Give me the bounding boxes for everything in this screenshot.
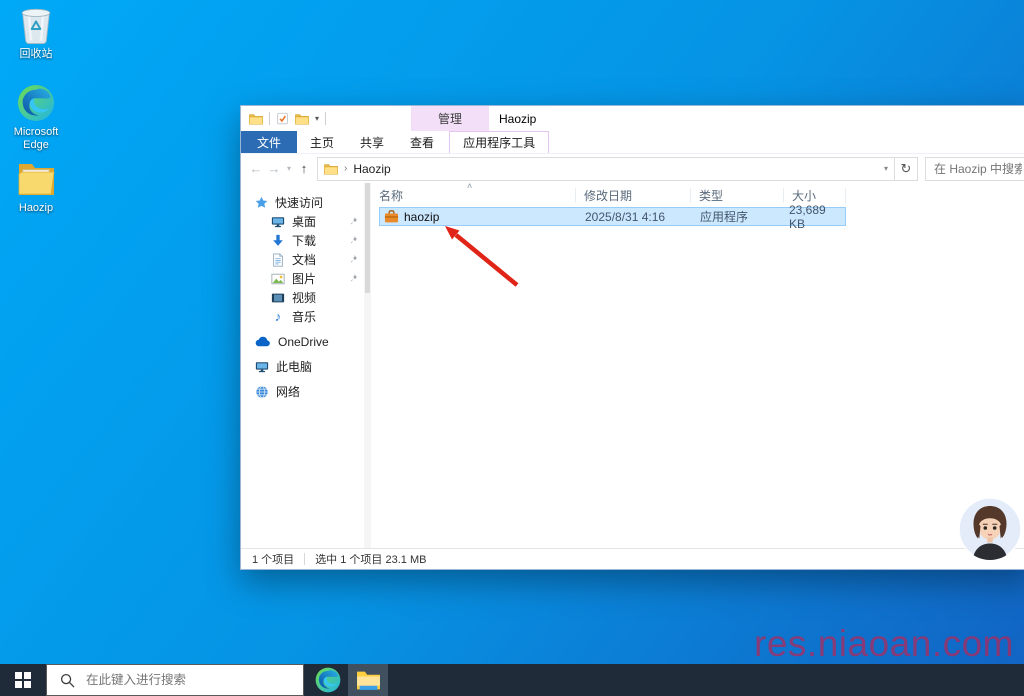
tab-home[interactable]: 主页 — [297, 131, 347, 153]
pin-icon — [348, 235, 358, 245]
taskbar — [0, 664, 1024, 696]
contextual-tab-group: 管理 — [411, 106, 489, 131]
explorer-search-input[interactable] — [932, 160, 1024, 177]
desktop-icon-label: Microsoft Edge — [13, 126, 59, 151]
folder-icon[interactable] — [249, 113, 263, 125]
chevron-right-icon: › — [344, 163, 348, 174]
tab-application-tools[interactable]: 应用程序工具 — [449, 131, 550, 153]
network-globe-icon — [255, 385, 269, 399]
navigation-pane: 快速访问 桌面 下载 文档 图片 视频 ♪ 音乐 OneDrive 此电脑 网络 — [241, 183, 371, 548]
picture-icon — [271, 272, 285, 286]
start-button[interactable] — [0, 664, 46, 696]
new-folder-icon[interactable] — [295, 113, 309, 125]
file-explorer-icon — [356, 670, 381, 691]
status-bar: 1 个项目 选中 1 个项目 23.1 MB — [241, 548, 1024, 569]
sidebar-item-desktop[interactable]: 桌面 — [241, 212, 371, 231]
properties-icon[interactable] — [276, 112, 289, 125]
desktop: 回收站 Microsoft Edge Haozip ▾ 管理 Haozip 文件… — [0, 0, 1024, 696]
sidebar-item-music[interactable]: ♪ 音乐 — [241, 307, 371, 326]
address-bar: ← → ▾ ↑ › Haozip ▾ ↻ — [241, 154, 1024, 183]
document-icon — [271, 253, 285, 267]
breadcrumb[interactable]: › Haozip ▾ — [317, 156, 895, 181]
edge-icon — [2, 82, 70, 124]
column-header-name[interactable]: 名称 ˄ — [371, 181, 576, 203]
sidebar-item-this-pc[interactable]: 此电脑 — [241, 357, 371, 376]
cloud-icon — [255, 336, 271, 347]
watermark: res.niaoan.com — [754, 623, 1014, 664]
breadcrumb-segment[interactable]: Haozip — [353, 162, 390, 176]
up-icon[interactable]: ↑ — [295, 161, 313, 176]
column-header-size[interactable]: 大小 — [784, 187, 846, 203]
video-icon — [271, 291, 285, 305]
sidebar-item-network[interactable]: 网络 — [241, 382, 371, 401]
sidebar-item-onedrive[interactable]: OneDrive — [241, 332, 371, 351]
divider — [269, 112, 270, 125]
taskbar-search-input[interactable] — [84, 672, 258, 688]
haozip-app-icon — [384, 209, 399, 224]
pin-icon — [348, 216, 358, 226]
ribbon-tabs: 文件 主页 共享 查看 应用程序工具 — [241, 131, 1024, 154]
file-name: haozip — [404, 209, 440, 224]
divider — [304, 553, 306, 565]
download-arrow-icon — [271, 234, 285, 248]
edge-icon — [315, 667, 341, 693]
tab-file[interactable]: 文件 — [241, 131, 298, 153]
file-row-haozip-selected[interactable]: haozip 2025/8/31 4:16 应用程序 23,689 KB — [379, 203, 846, 231]
back-icon[interactable]: ← — [247, 161, 265, 176]
sidebar-scrollbar[interactable] — [364, 183, 371, 548]
sidebar-item-documents[interactable]: 文档 — [241, 250, 371, 269]
desktop-icon-label: 回收站 — [19, 48, 53, 60]
window-title: Haozip — [499, 111, 537, 126]
desktop-icon-label: Haozip — [18, 202, 54, 214]
selection-summary: 选中 1 个项目 23.1 MB — [315, 554, 427, 566]
column-header-type[interactable]: 类型 — [691, 187, 784, 203]
sidebar-item-pictures[interactable]: 图片 — [241, 269, 371, 288]
column-header-modified[interactable]: 修改日期 — [576, 187, 691, 203]
pin-icon — [348, 273, 358, 283]
folder-icon — [324, 163, 338, 175]
desktop-icon-recycle-bin[interactable]: 回收站 — [2, 4, 70, 61]
sidebar-item-downloads[interactable]: 下载 — [241, 231, 371, 250]
column-headers: 名称 ˄ 修改日期 类型 大小 — [371, 181, 1024, 207]
refresh-icon[interactable]: ↻ — [895, 156, 918, 181]
divider — [325, 112, 327, 125]
item-count: 1 个项目 — [252, 554, 295, 566]
desktop-icon-haozip[interactable]: Haozip — [2, 158, 70, 215]
taskbar-search-box[interactable] — [46, 664, 304, 696]
sidebar-item-videos[interactable]: 视频 — [241, 288, 371, 307]
file-type: 应用程序 — [700, 210, 749, 224]
sort-ascending-icon: ˄ — [467, 181, 473, 191]
desktop-icon-microsoft-edge[interactable]: Microsoft Edge — [2, 82, 70, 152]
taskbar-explorer-button[interactable] — [348, 664, 388, 696]
customize-toolbar-chevron-icon[interactable]: ▾ — [315, 114, 319, 123]
music-note-icon: ♪ — [274, 309, 282, 324]
forward-icon[interactable]: → — [265, 161, 283, 176]
computer-icon — [255, 360, 269, 374]
explorer-window: ▾ 管理 Haozip 文件 主页 共享 查看 应用程序工具 ← → ▾ ↑ ›… — [240, 105, 1024, 570]
search-icon — [60, 673, 75, 688]
explorer-search-box[interactable] — [925, 156, 1024, 181]
recycle-bin-icon — [2, 4, 70, 46]
recent-locations-chevron-icon[interactable]: ▾ — [283, 164, 295, 173]
taskbar-edge-button[interactable] — [308, 664, 348, 696]
file-modified: 2025/8/31 4:16 — [585, 209, 666, 224]
windows-logo-icon — [15, 672, 31, 688]
pin-icon — [348, 254, 358, 264]
title-bar[interactable]: ▾ 管理 Haozip — [241, 106, 1024, 131]
star-icon — [255, 196, 268, 209]
tab-view[interactable]: 查看 — [397, 131, 447, 153]
monitor-icon — [271, 215, 285, 229]
quick-access-toolbar: ▾ — [241, 112, 327, 125]
tab-share[interactable]: 共享 — [347, 131, 397, 153]
folder-icon — [2, 158, 70, 200]
address-dropdown-chevron-icon[interactable]: ▾ — [884, 164, 888, 173]
avatar — [958, 497, 1022, 561]
file-list: 名称 ˄ 修改日期 类型 大小 haozip 2025/8/31 4:16 应用… — [371, 181, 1024, 548]
sidebar-item-quick-access[interactable]: 快速访问 — [241, 193, 371, 212]
